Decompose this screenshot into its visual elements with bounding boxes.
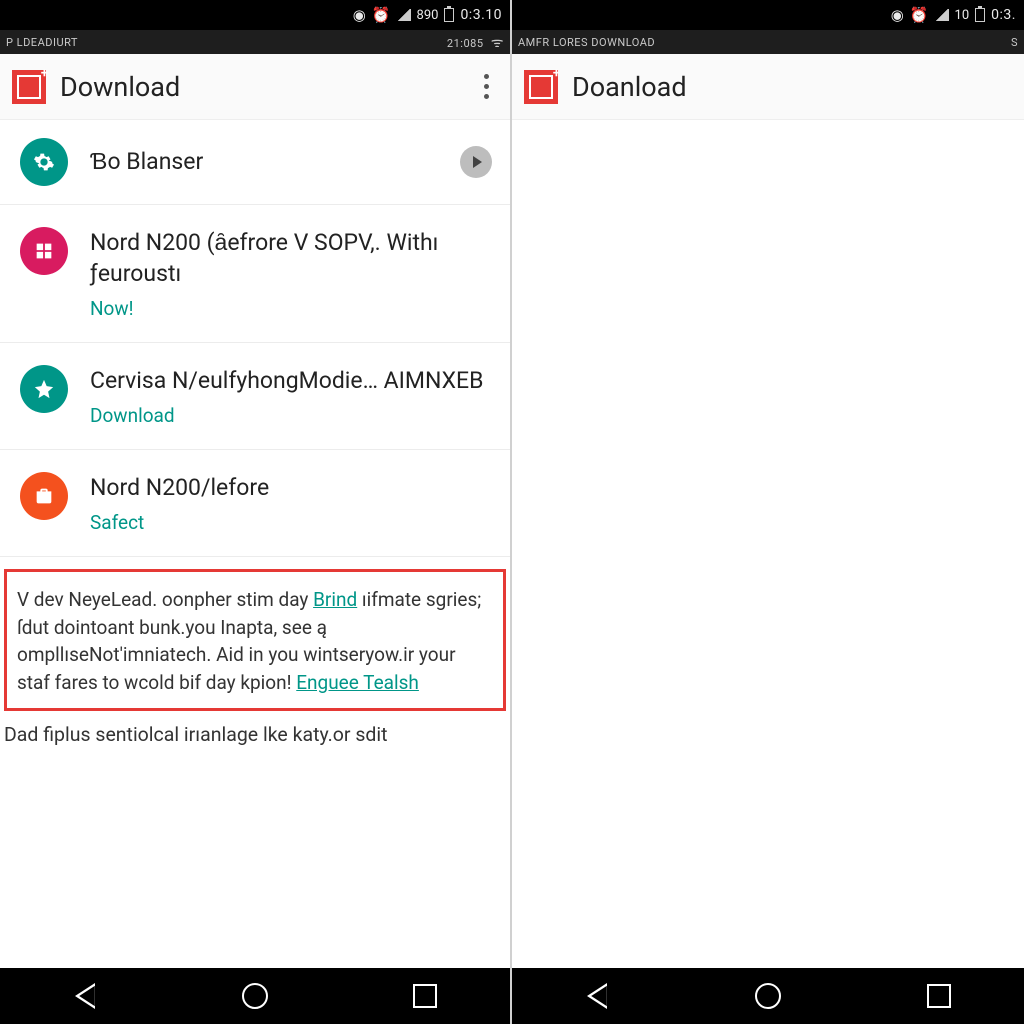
trailing-text: Dad fiplus sentiolcal irıanlage lke katy… bbox=[0, 717, 510, 746]
list-item[interactable]: Nord N200/lefore Safect bbox=[0, 450, 510, 557]
carrier-label: P LDEADIURT bbox=[6, 36, 78, 49]
carrier-label: AMFR LORES DOWNLOAD bbox=[518, 36, 655, 49]
eye-icon: ◉ bbox=[353, 6, 366, 24]
nav-bar bbox=[512, 968, 1024, 1024]
empty-content bbox=[512, 120, 1024, 968]
grid-icon bbox=[20, 227, 68, 275]
phone-left: ◉ ⏰ 890 0:3.10 P LDEADIURT 21:085 ᯤ + Do… bbox=[0, 0, 512, 1024]
promo-link-1[interactable]: Brind bbox=[313, 588, 357, 611]
list-item[interactable]: Cervisa N/eulfyhongModie… AIMNXEB Downlo… bbox=[0, 343, 510, 450]
play-icon[interactable] bbox=[460, 146, 492, 178]
carrier-bar: AMFR LORES DOWNLOAD S bbox=[512, 30, 1024, 54]
item-title: Cervisa N/eulfyhongModie… AIMNXEB bbox=[90, 365, 492, 396]
item-action[interactable]: Now! bbox=[90, 297, 492, 320]
item-action[interactable]: Safect bbox=[90, 511, 492, 534]
recents-button[interactable] bbox=[408, 979, 442, 1013]
gear-icon bbox=[20, 138, 68, 186]
promo-text: V dev NeyeLead. oonpher stim day bbox=[17, 588, 313, 611]
back-button[interactable] bbox=[68, 979, 102, 1013]
nav-bar bbox=[0, 968, 510, 1024]
download-list: Ɓo Blanser Nord N200 (ȃefrore V SOPV,. W… bbox=[0, 120, 510, 968]
status-bar: ◉ ⏰ 890 0:3.10 bbox=[0, 0, 510, 30]
app-bar: + Doanload bbox=[512, 54, 1024, 120]
star-icon bbox=[20, 365, 68, 413]
phone-right: ◉ ⏰ 10 0:3. AMFR LORES DOWNLOAD S + Doan… bbox=[512, 0, 1024, 1024]
app-icon[interactable]: + bbox=[12, 70, 46, 104]
page-title: Download bbox=[60, 71, 472, 103]
promo-link-2[interactable]: Enguee Tealsh bbox=[296, 671, 419, 694]
battery-icon bbox=[975, 8, 985, 22]
signal-icon bbox=[935, 9, 949, 21]
status-bar: ◉ ⏰ 10 0:3. bbox=[512, 0, 1024, 30]
alarm-icon: ⏰ bbox=[372, 6, 391, 24]
signal-label: 10 bbox=[955, 8, 970, 23]
overflow-menu-icon[interactable] bbox=[472, 67, 500, 107]
list-item[interactable]: Ɓo Blanser bbox=[0, 120, 510, 205]
eye-icon: ◉ bbox=[891, 6, 904, 24]
clock: 0:3.10 bbox=[460, 7, 502, 23]
battery-icon bbox=[444, 8, 454, 22]
signal-icon bbox=[397, 9, 411, 21]
item-title: Ɓo Blanser bbox=[90, 146, 438, 177]
item-title: Nord N200 (ȃefrore V SOPV,. Withı ƒeurou… bbox=[90, 227, 492, 289]
carrier-time: 21:085 bbox=[447, 37, 484, 50]
item-title: Nord N200/lefore bbox=[90, 472, 492, 503]
back-button[interactable] bbox=[580, 979, 614, 1013]
home-button[interactable] bbox=[238, 979, 272, 1013]
home-button[interactable] bbox=[751, 979, 785, 1013]
briefcase-icon bbox=[20, 472, 68, 520]
recents-button[interactable] bbox=[922, 979, 956, 1013]
app-icon[interactable]: + bbox=[524, 70, 558, 104]
list-item[interactable]: Nord N200 (ȃefrore V SOPV,. Withı ƒeurou… bbox=[0, 205, 510, 343]
app-bar: + Download bbox=[0, 54, 510, 120]
carrier-bar: P LDEADIURT 21:085 ᯤ bbox=[0, 30, 510, 54]
page-title: Doanload bbox=[572, 71, 1014, 103]
promo-box: V dev NeyeLead. oonpher stim day Brind ı… bbox=[4, 569, 506, 711]
alarm-icon: ⏰ bbox=[910, 6, 929, 24]
carrier-right: S bbox=[1011, 36, 1018, 49]
signal-label: 890 bbox=[417, 8, 439, 23]
wifi-icon: ᯤ bbox=[487, 35, 504, 51]
clock: 0:3. bbox=[991, 7, 1016, 23]
item-action[interactable]: Download bbox=[90, 404, 492, 427]
